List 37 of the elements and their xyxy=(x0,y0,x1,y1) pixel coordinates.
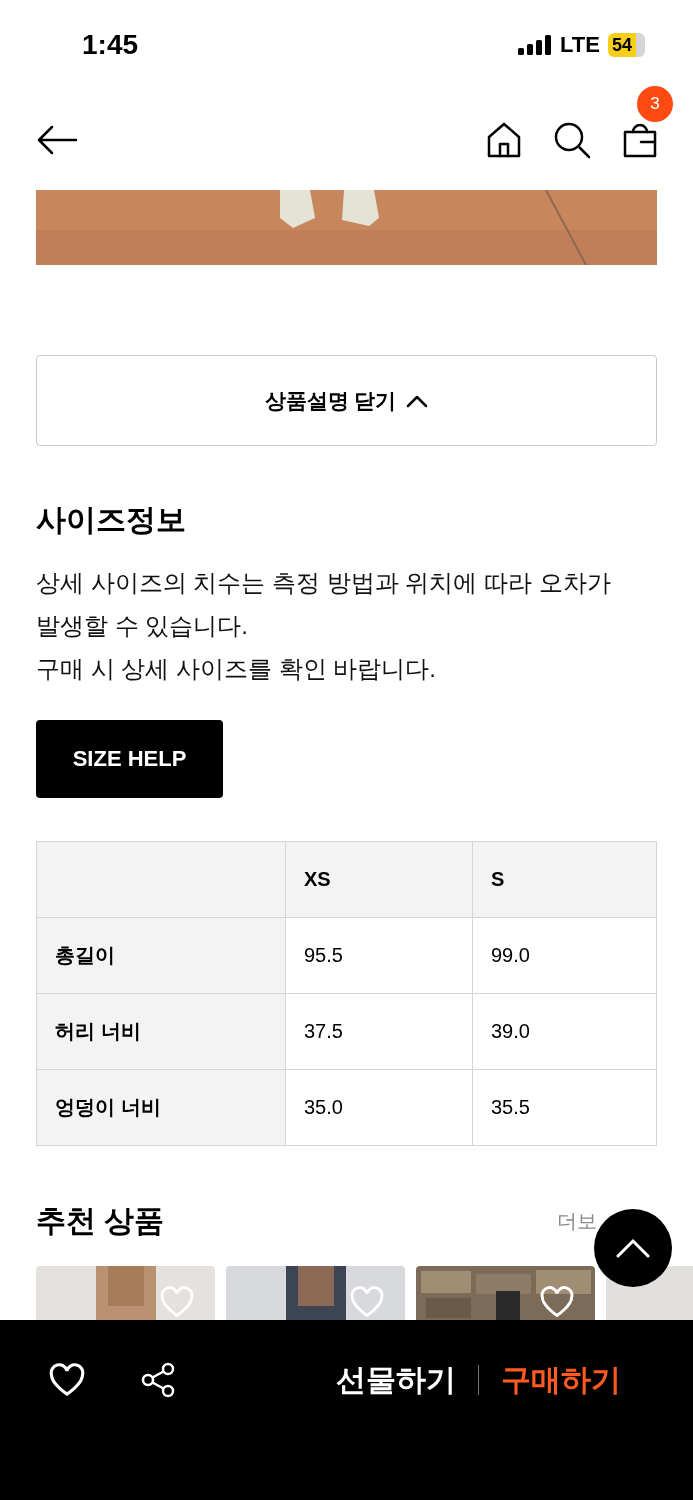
search-button[interactable] xyxy=(553,121,591,159)
heart-icon xyxy=(539,1286,575,1319)
table-header-cell: S xyxy=(473,842,657,918)
gift-button[interactable]: 선물하기 xyxy=(336,1359,456,1401)
status-time: 1:45 xyxy=(82,29,139,61)
table-cell: 95.5 xyxy=(286,918,473,994)
wishlist-button[interactable] xyxy=(48,1362,86,1398)
section-title: 추천 상품 xyxy=(36,1203,165,1239)
chevron-icon xyxy=(406,393,429,408)
row-label-cell: 총길이 xyxy=(37,918,286,994)
more-link[interactable]: 더보 xyxy=(557,1208,597,1235)
back-button[interactable] xyxy=(36,125,78,155)
signal-icon xyxy=(518,35,553,55)
home-button[interactable] xyxy=(487,122,521,158)
collapse-description-button[interactable]: 상품설명 닫기 xyxy=(36,355,657,446)
table-cell: 37.5 xyxy=(286,994,473,1070)
section-title: 사이즈정보 xyxy=(36,502,187,538)
heart-icon xyxy=(349,1286,385,1319)
row-label-cell: 허리 너비 xyxy=(37,994,286,1070)
row-label-cell: 엉덩이 너비 xyxy=(37,1070,286,1146)
cart-count-badge: 3 xyxy=(637,86,673,122)
share-button[interactable] xyxy=(141,1362,175,1398)
heart-icon xyxy=(48,1362,86,1398)
size-help-button[interactable]: SIZE HELP xyxy=(36,720,223,798)
table-cell: 39.0 xyxy=(473,994,657,1070)
battery-level: 54 xyxy=(607,33,645,57)
heart-icon xyxy=(159,1286,195,1319)
network-label: LTE xyxy=(560,32,600,58)
size-notice: 상세 사이즈의 치수는 측정 방법과 위치에 따라 오차가 발생할 수 있습니다. 구매 시 상세 사이즈를 확인 바랍니다. xyxy=(36,568,612,684)
table-cell: 99.0 xyxy=(473,918,657,994)
chevron-up-icon xyxy=(616,1238,650,1258)
buy-button[interactable]: 구매하기 xyxy=(501,1359,621,1401)
table-cell: 35.5 xyxy=(473,1070,657,1146)
like-button[interactable] xyxy=(539,1286,575,1319)
cart-button[interactable] xyxy=(623,122,657,158)
table-cell: 35.0 xyxy=(286,1070,473,1146)
table-header-cell: XS xyxy=(286,842,473,918)
